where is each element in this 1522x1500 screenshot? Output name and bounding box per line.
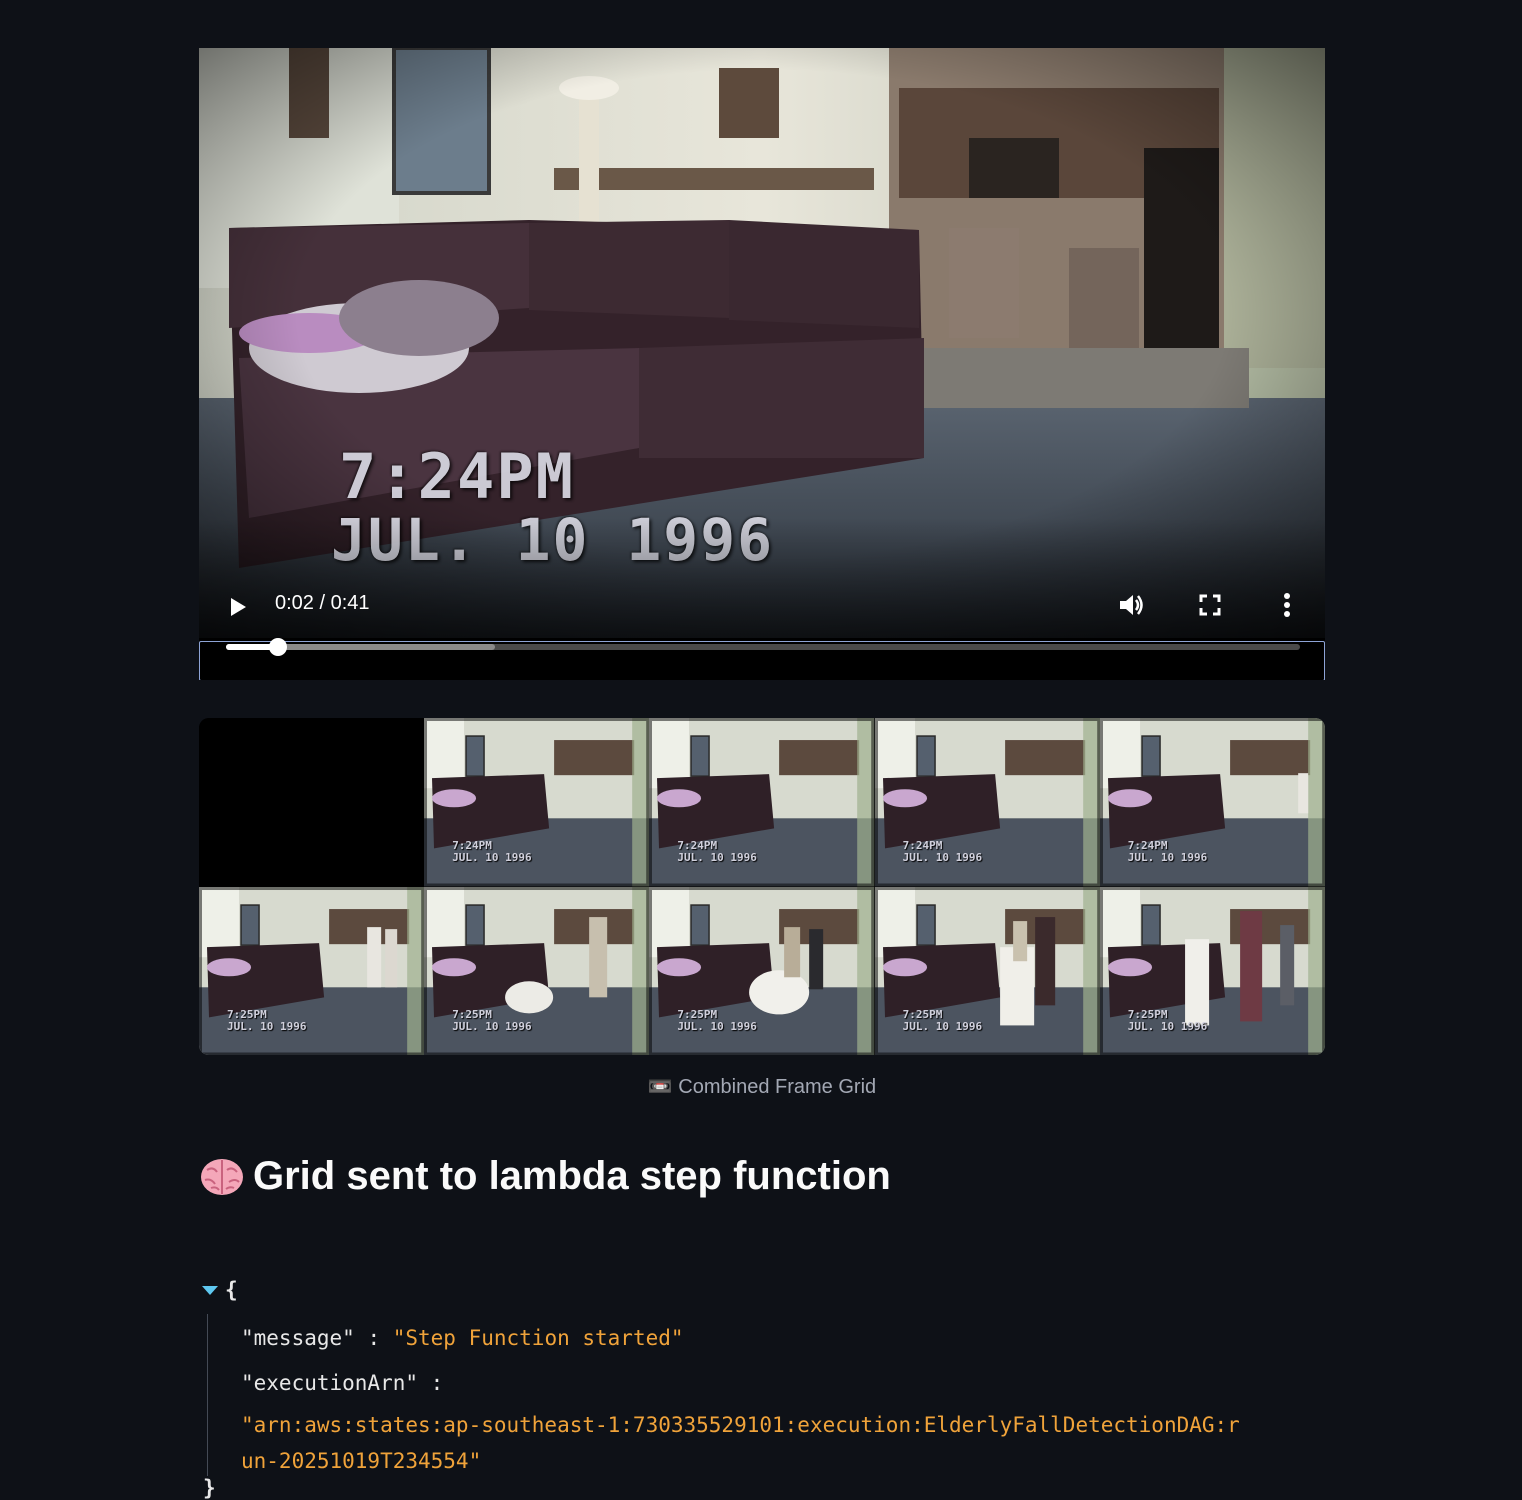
play-button[interactable] [225, 594, 251, 620]
frame-timestamp-date: JUL. 10 1996 [677, 851, 757, 864]
json-separator: : [418, 1371, 444, 1395]
video-controls: 0:02 / 0:41 [199, 584, 1325, 624]
section-title: Grid sent to lambda step function [253, 1154, 891, 1198]
combined-frame-grid: 7:24PM JUL. 10 1996 7:24PM JUL. 10 1996 7:24… [199, 718, 1325, 1055]
seek-bar-container [199, 638, 1325, 680]
json-entry-message: "message" : "Step Function started" [241, 1326, 684, 1350]
json-entry-execution-arn: "executionArn" : [241, 1371, 443, 1395]
fullscreen-icon [1199, 594, 1221, 616]
json-indent-guide [207, 1314, 208, 1476]
frame-timestamp-time: 7:25PM [452, 1007, 492, 1021]
grid-frame: 7:25PM JUL. 10 1996 [199, 886, 425, 1055]
grid-frame: 7:24PM JUL. 10 1996 [874, 718, 1100, 887]
frame-timestamp-date: JUL. 10 1996 [902, 1019, 983, 1033]
grid-frame: 7:24PM JUL. 10 1996 [424, 718, 650, 887]
frame-timestamp-date: JUL. 10 1996 [1127, 851, 1208, 864]
frame-timestamp-date: JUL. 10 1996 [227, 1019, 307, 1033]
grid-frame: 7:25PM JUL. 10 1996 [874, 886, 1100, 1055]
frame-grid-caption: 📼 Combined Frame Grid [647, 1076, 877, 1098]
main-content: 7:24PM JUL. 10 1996 0:02 / 0:41 [199, 48, 1325, 1500]
json-key: "message" [241, 1326, 355, 1350]
grid-frame [199, 718, 425, 887]
seek-handle[interactable] [269, 638, 288, 656]
frame-timestamp-date: JUL. 10 1996 [677, 1019, 757, 1033]
json-open-brace: { [225, 1278, 238, 1302]
collapse-toggle-icon[interactable] [202, 1286, 218, 1295]
grid-frame: 7:24PM JUL. 10 1996 [1099, 718, 1325, 887]
time-display: 0:02 / 0:41 [275, 592, 370, 614]
frame-timestamp-time: 7:25PM [902, 1007, 943, 1021]
fullscreen-button[interactable] [1195, 590, 1225, 620]
frame-timestamp-date: JUL. 10 1996 [452, 851, 532, 864]
grid-frame: 7:24PM JUL. 10 1996 [649, 718, 875, 887]
frame-timestamp-time: 7:25PM [227, 1007, 267, 1021]
video-player[interactable]: 7:24PM JUL. 10 1996 0:02 / 0:41 [199, 48, 1325, 680]
more-vertical-icon [1284, 593, 1290, 617]
seek-bar[interactable] [226, 638, 1300, 656]
json-string-value: "arn:aws:states:ap-southeast-1:730335529… [241, 1413, 1240, 1473]
play-icon [231, 598, 246, 616]
frame-timestamp-time: 7:25PM [677, 1007, 718, 1021]
frame-timestamp-date: JUL. 10 1996 [452, 1019, 532, 1033]
json-key: "executionArn" [241, 1371, 419, 1395]
more-options-button[interactable] [1273, 590, 1301, 620]
volume-icon [1120, 595, 1143, 615]
brain-icon [201, 1158, 243, 1195]
grid-frame: 7:25PM JUL. 10 1996 [649, 886, 875, 1055]
volume-button[interactable] [1117, 590, 1147, 620]
json-close-brace: } [203, 1476, 216, 1500]
grid-frame: 7:25PM JUL. 10 1996 [424, 886, 650, 1055]
json-string-value: "Step Function started" [392, 1326, 684, 1350]
frame-timestamp-time: 7:25PM [1127, 1007, 1168, 1021]
section-heading: Grid sent to lambda step function [199, 1154, 891, 1199]
frame-timestamp-date: JUL. 10 1996 [902, 851, 983, 864]
json-separator: : [354, 1326, 393, 1350]
video-overlay-time: 7:24PM [339, 440, 575, 513]
frame-timestamp-date: JUL. 10 1996 [1127, 1019, 1208, 1033]
grid-frame: 7:25PM JUL. 10 1996 [1099, 886, 1325, 1055]
